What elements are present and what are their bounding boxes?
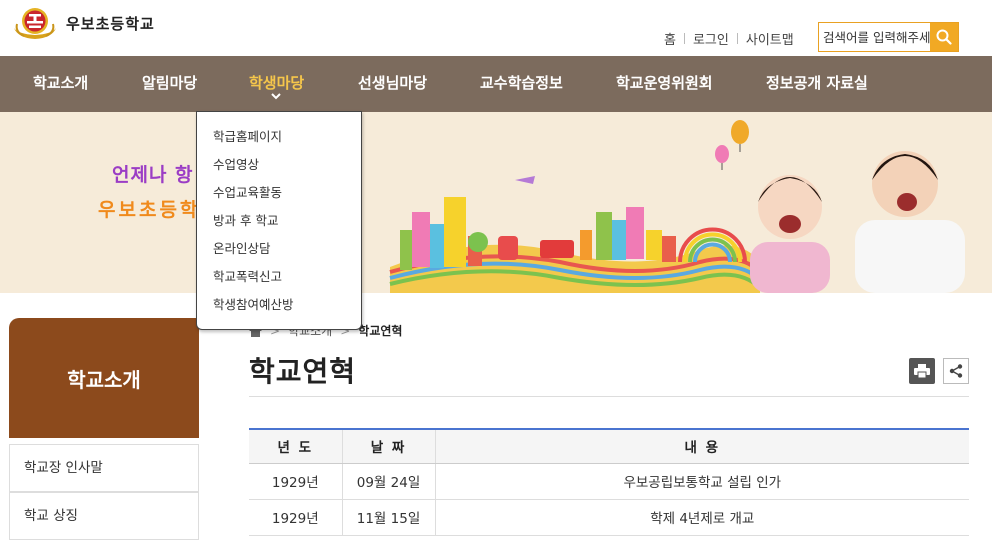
share-button[interactable] xyxy=(943,358,969,384)
search-button[interactable] xyxy=(930,23,958,51)
column-header-year: 년 도 xyxy=(249,429,343,464)
main-nav: 학교소개 알림마당 학생마당 선생님마당 교수학습정보 학교운영위원회 정보공개… xyxy=(0,56,992,112)
cell-content: 우보공립보통학교 설립 인가 xyxy=(435,463,969,500)
cell-year: 1929년 xyxy=(249,499,343,536)
hero-banner: 언제나 항 우보초등학 xyxy=(0,112,992,293)
nav-item-intro[interactable]: 학교소개 xyxy=(33,56,88,112)
menu-item-student-budget[interactable]: 학생참여예산방 xyxy=(213,294,294,313)
login-link[interactable]: 로그인 xyxy=(693,29,729,48)
column-header-content: 내 용 xyxy=(435,429,969,464)
chevron-down-icon xyxy=(271,93,281,100)
table-row: 1929년 09월 24일 우보공립보통학교 설립 인가 xyxy=(249,463,969,500)
utility-links: 홈 로그인 사이트맵 xyxy=(664,29,794,48)
menu-item-class-homepage[interactable]: 학급홈페이지 xyxy=(213,126,282,145)
cell-content: 학제 4년제로 개교 xyxy=(435,499,969,536)
sitemap-link[interactable]: 사이트맵 xyxy=(746,29,794,48)
menu-item-class-activity[interactable]: 수업교육활동 xyxy=(213,182,282,201)
cell-date: 11월 15일 xyxy=(342,499,436,536)
table-row: 1929년 11월 15일 학제 4년제로 개교 xyxy=(249,499,969,536)
nav-item-learning[interactable]: 교수학습정보 xyxy=(480,56,563,112)
menu-item-class-video[interactable]: 수업영상 xyxy=(213,154,259,173)
sidebar-title: 학교소개 xyxy=(9,318,199,438)
sidebar-item-greeting[interactable]: 학교장 인사말 xyxy=(9,444,199,492)
breadcrumb-item-history[interactable]: 학교연혁 xyxy=(358,322,402,339)
search-icon xyxy=(936,29,952,45)
students-dropdown-menu: 학급홈페이지 수업영상 수업교육활동 방과 후 학교 온라인상담 학교폭력신고 … xyxy=(196,111,362,330)
school-name: 우보초등학교 xyxy=(66,14,155,33)
site-header: 우보초등학교 홈 로그인 사이트맵 xyxy=(0,0,992,56)
history-table: 년 도 날 짜 내 용 1929년 09월 24일 우보공립보통학교 설립 인가… xyxy=(249,428,969,536)
menu-item-violence-report[interactable]: 학교폭력신고 xyxy=(213,266,282,285)
search-box xyxy=(818,22,959,52)
nav-item-committee[interactable]: 학교운영위원회 xyxy=(616,56,713,112)
site-logo[interactable]: 우보초등학교 xyxy=(12,6,155,40)
print-button[interactable] xyxy=(909,358,935,384)
divider xyxy=(736,33,738,44)
menu-item-online-counsel[interactable]: 온라인상담 xyxy=(213,238,271,257)
school-emblem-icon xyxy=(14,8,56,39)
nav-item-students[interactable]: 학생마당 xyxy=(249,56,304,112)
nav-item-teachers[interactable]: 선생님마당 xyxy=(358,56,427,112)
title-divider xyxy=(249,396,969,397)
share-icon xyxy=(949,364,963,378)
cell-date: 09월 24일 xyxy=(342,463,436,500)
menu-item-afterschool[interactable]: 방과 후 학교 xyxy=(213,210,278,229)
nav-item-info[interactable]: 정보공개 자료실 xyxy=(766,56,868,112)
page-title: 학교연혁 xyxy=(249,355,357,388)
banner-illustration xyxy=(389,120,965,293)
divider xyxy=(683,33,685,44)
column-header-date: 날 짜 xyxy=(342,429,436,464)
sidebar-title-text: 학교소개 xyxy=(67,367,141,392)
print-icon xyxy=(914,364,930,378)
table-header-row: 년 도 날 짜 내 용 xyxy=(249,429,969,464)
nav-item-notice[interactable]: 알림마당 xyxy=(142,56,197,112)
sidebar-item-symbol[interactable]: 학교 상징 xyxy=(9,492,199,540)
home-link[interactable]: 홈 xyxy=(664,29,676,48)
search-input[interactable] xyxy=(819,23,930,51)
cell-year: 1929년 xyxy=(249,463,343,500)
